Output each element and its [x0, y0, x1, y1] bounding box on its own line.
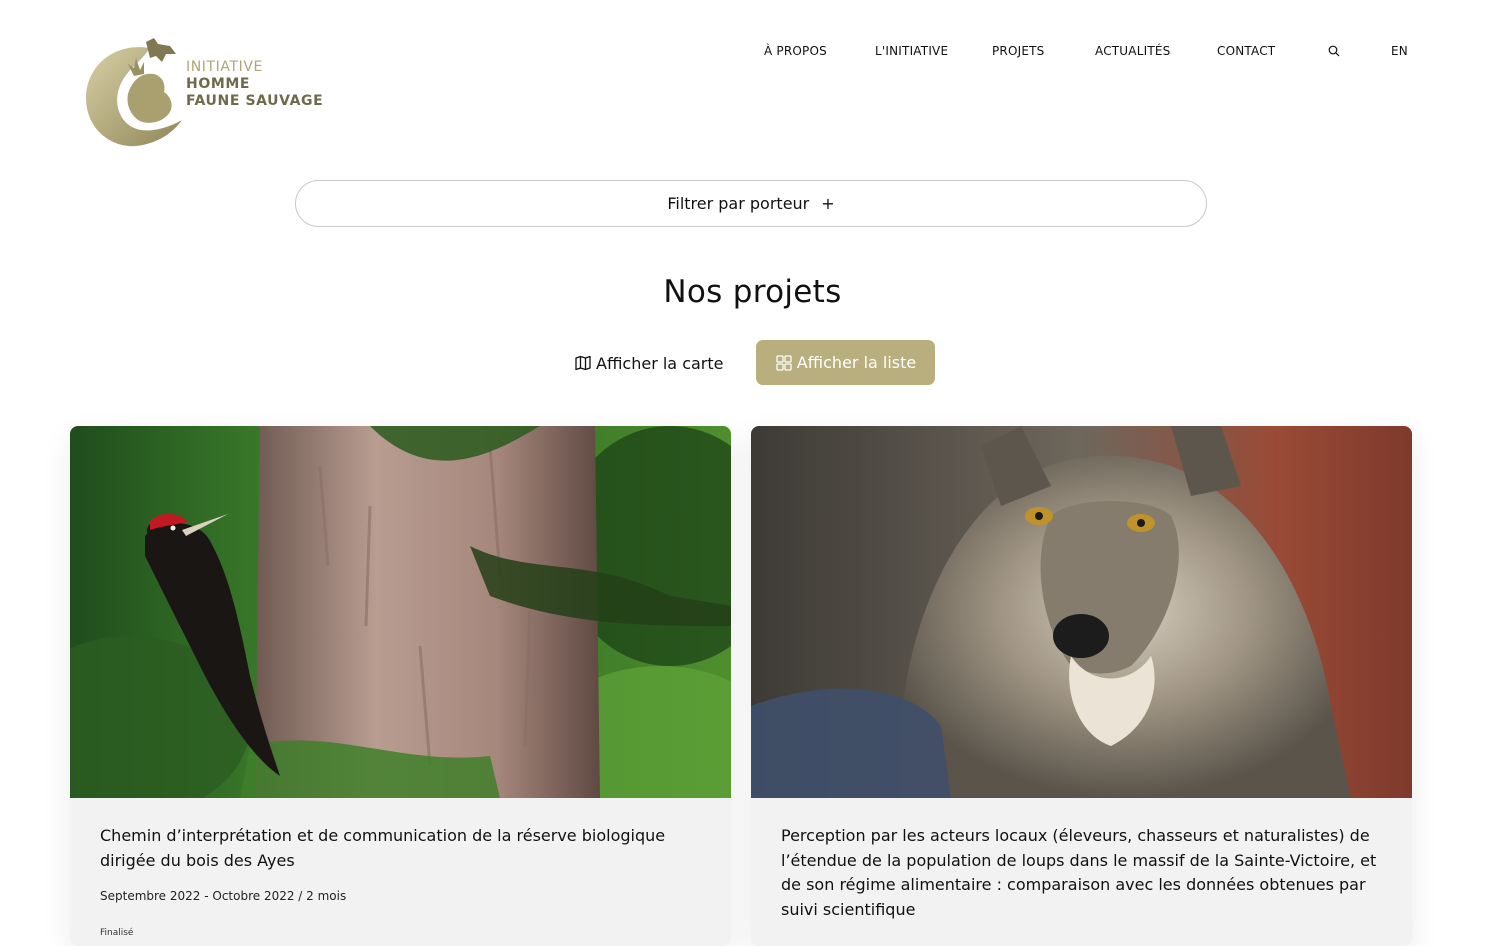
logo-line-3: FAUNE SAUVAGE: [186, 93, 324, 109]
search-icon[interactable]: [1328, 45, 1340, 57]
project-card[interactable]: Chemin d’interprétation et de communicat…: [70, 426, 731, 946]
language-switch[interactable]: EN: [1391, 44, 1408, 60]
page-title: Nos projets: [663, 274, 842, 310]
project-title[interactable]: Perception par les acteurs locaux (éleve…: [781, 824, 1381, 922]
map-icon: [575, 355, 591, 371]
project-title[interactable]: Chemin d’interprétation et de communicat…: [100, 824, 700, 873]
nav-item-initiative[interactable]: L'INITIATIVE: [875, 44, 948, 60]
project-image-woodpecker[interactable]: [70, 426, 731, 798]
logo-line-2: HOMME: [186, 76, 251, 92]
nav-item-projets[interactable]: PROJETS: [992, 44, 1045, 60]
project-image-wolf[interactable]: [751, 426, 1412, 798]
show-map-button[interactable]: Afficher la carte: [574, 349, 724, 377]
nav-item-contact[interactable]: CONTACT: [1217, 44, 1275, 60]
plus-icon: +: [821, 194, 835, 213]
filter-by-owner-button[interactable]: Filtrer par porteur +: [295, 180, 1207, 227]
project-status: Finalisé: [100, 928, 134, 938]
nav-item-actualites[interactable]: ACTUALITÉS: [1095, 44, 1170, 60]
project-card[interactable]: Perception par les acteurs locaux (éleve…: [751, 426, 1412, 946]
logo-line-1: INITIATIVE: [186, 59, 264, 75]
nav-item-a-propos[interactable]: À PROPOS: [764, 44, 827, 60]
show-list-button[interactable]: Afficher la liste: [756, 340, 935, 385]
filter-label: Filtrer par porteur: [667, 194, 810, 213]
show-list-label: Afficher la liste: [796, 353, 917, 372]
grid-icon: [776, 354, 792, 371]
site-logo-text[interactable]: INITIATIVE HOMME FAUNE SAUVAGE: [186, 59, 323, 110]
show-map-label: Afficher la carte: [596, 353, 724, 373]
project-date: Septembre 2022 - Octobre 2022 / 2 mois: [100, 889, 347, 903]
